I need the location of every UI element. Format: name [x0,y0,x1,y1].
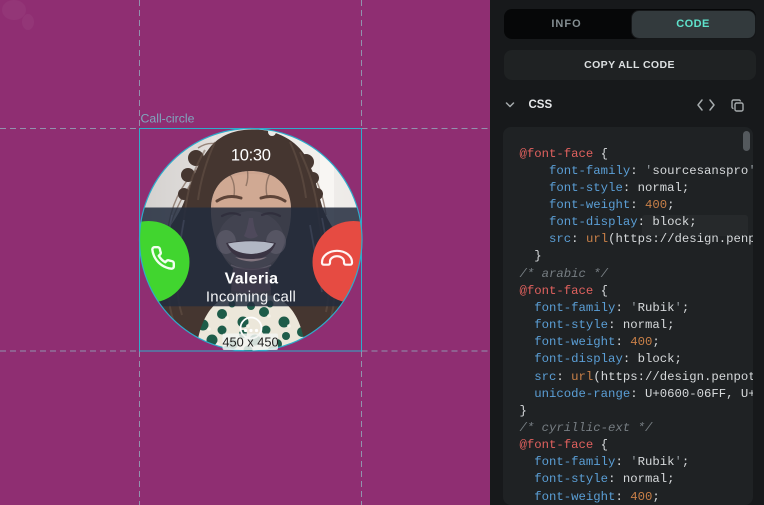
svg-text:10:30: 10:30 [231,147,271,165]
svg-text:Call-circle: Call-circle [141,112,195,126]
svg-text:Valeria: Valeria [225,271,279,288]
svg-text:Incoming call: Incoming call [206,289,296,306]
svg-text:450 x 450: 450 x 450 [222,335,278,350]
